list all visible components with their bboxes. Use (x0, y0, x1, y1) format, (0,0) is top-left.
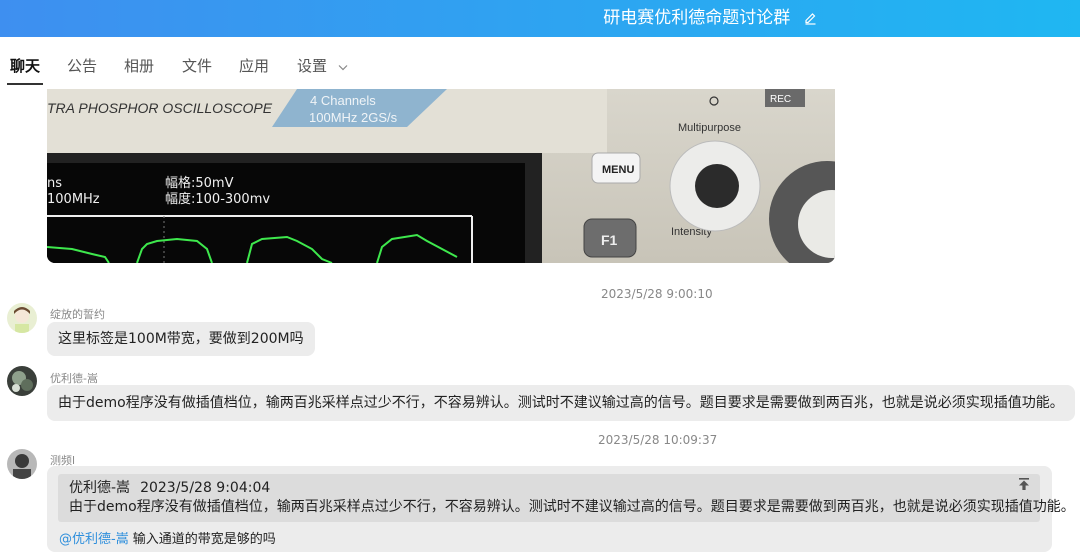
group-title-text: 研电赛优利德命题讨论群 (603, 8, 791, 28)
message-bubble[interactable]: 由于demo程序没有做插值档位，输两百兆采样点过少不行，不容易辨认。测试时不建议… (47, 385, 1075, 421)
mention-link[interactable]: @优利德-嵩 (59, 532, 129, 547)
reply-content: 输入通道的带宽是够的吗 (132, 532, 276, 547)
reply-text: @优利德-嵩 输入通道的带宽是够的吗 (59, 528, 276, 547)
tab-album[interactable]: 相册 (124, 53, 154, 83)
message-timestamp: 2023/5/28 9:00:10 (601, 287, 713, 301)
sender-name[interactable]: 优利德-嵩 (50, 370, 98, 386)
photo-rec-text: REC (770, 94, 791, 105)
quoted-author: 优利德-嵩 (69, 480, 131, 496)
tab-files[interactable]: 文件 (182, 53, 212, 83)
tab-bar: 聊天 公告 相册 文件 应用 设置 (0, 37, 1080, 89)
edit-icon[interactable] (804, 12, 817, 25)
photo-screen-text-1b: 幅格:50mV (165, 175, 234, 191)
quoted-message-header: 优利德-嵩 2023/5/28 9:04:04 (69, 477, 280, 497)
message-bubble[interactable]: 这里标签是100M带宽，要做到200M吗 (47, 322, 315, 356)
quoted-message[interactable]: 优利德-嵩 2023/5/28 9:04:04 由于demo程序没有做插值档位，输… (58, 474, 1075, 522)
chevron-down-icon (338, 65, 348, 71)
group-header: 研电赛优利德命题讨论群 (0, 0, 1080, 37)
photo-spec-text: 100MHz 2GS/s (309, 110, 398, 125)
photo-screen-text-2a: 100MHz (47, 192, 100, 207)
tab-chat[interactable]: 聊天 (7, 53, 44, 85)
tab-settings-label: 设置 (297, 57, 328, 75)
photo-menu-text: MENU (602, 164, 634, 176)
avatar[interactable] (7, 366, 37, 396)
tab-settings[interactable]: 设置 (297, 53, 348, 83)
avatar[interactable] (7, 449, 37, 479)
sender-name[interactable]: 绽放的誓约 (50, 306, 105, 322)
message-bubble[interactable]: 优利德-嵩 2023/5/28 9:04:04 由于demo程序没有做插值档位，输… (47, 466, 1075, 552)
photo-screen-text-1a: ns (47, 176, 62, 191)
quoted-text: 由于demo程序没有做插值档位，输两百兆采样点过少不行，不容易辨认。测试时不建议… (69, 499, 1075, 515)
message-timestamp: 2023/5/28 10:09:37 (598, 433, 718, 447)
photo-screen-text-2b: 幅度:100-300mv (165, 191, 270, 207)
photo-brand-text: TRA PHOSPHOR OSCILLOSCOPE (47, 100, 273, 116)
tab-announcement[interactable]: 公告 (67, 53, 97, 83)
photo-f1-text: F1 (601, 232, 618, 248)
photo-multipurpose-text: Multipurpose (678, 122, 741, 134)
scroll-to-top-icon[interactable] (1018, 478, 1030, 490)
avatar[interactable] (7, 303, 37, 333)
photo-channels-text: 4 Channels (310, 93, 376, 108)
group-title[interactable]: 研电赛优利德命题讨论群 (0, 0, 1080, 37)
tab-apps[interactable]: 应用 (239, 53, 269, 83)
quoted-time: 2023/5/28 9:04:04 (140, 480, 271, 496)
oscilloscope-photo[interactable]: TRA PHOSPHOR OSCILLOSCOPE 4 Channels 100… (47, 89, 835, 263)
message-list[interactable]: TRA PHOSPHOR OSCILLOSCOPE 4 Channels 100… (0, 89, 1080, 552)
